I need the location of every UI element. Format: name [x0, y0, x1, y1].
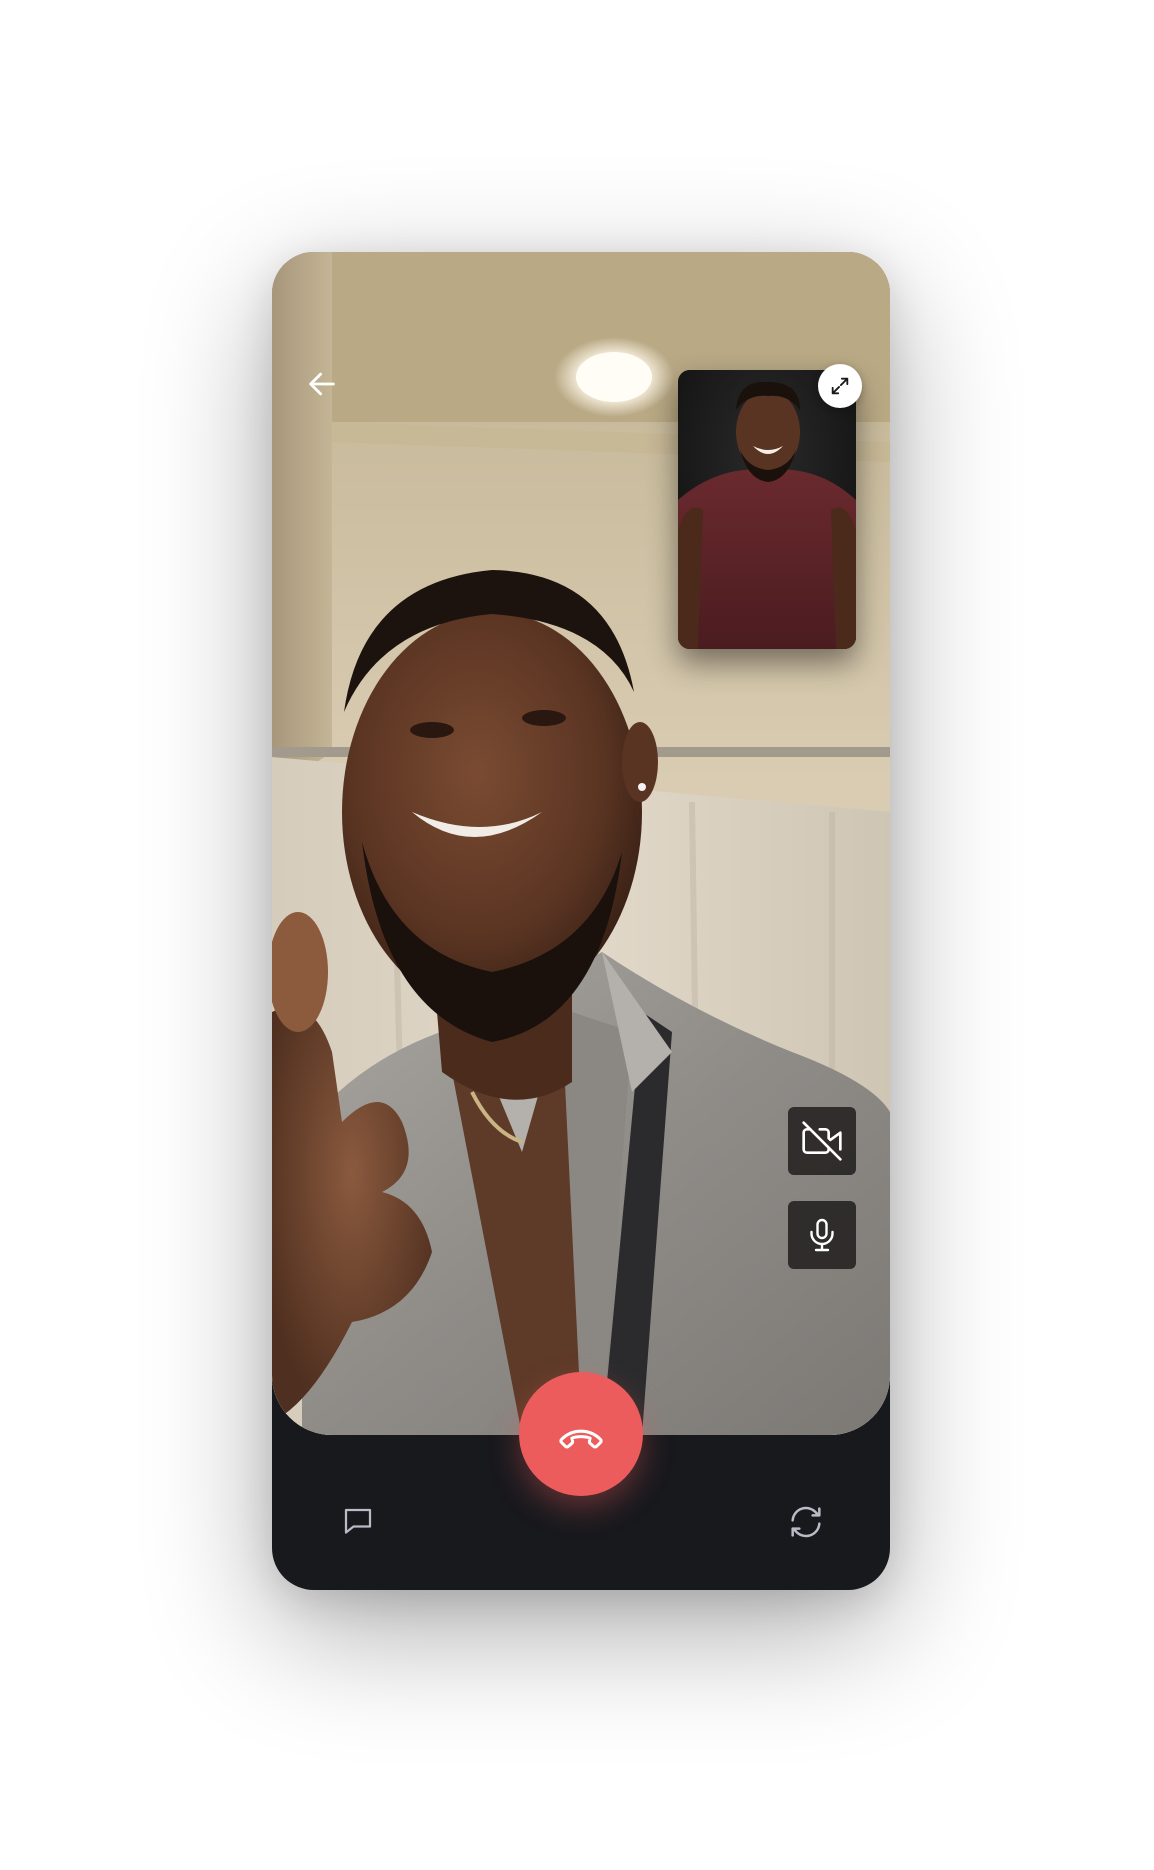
pip-video-feed[interactable]	[678, 370, 856, 649]
back-button[interactable]	[302, 364, 342, 404]
page-background	[0, 0, 1154, 1870]
end-call-button[interactable]	[519, 1372, 643, 1496]
switch-camera-button[interactable]	[780, 1496, 832, 1548]
video-off-icon	[802, 1121, 842, 1161]
phone-hangup-icon	[559, 1429, 603, 1449]
expand-button[interactable]	[818, 364, 862, 408]
microphone-icon	[810, 1218, 834, 1252]
expand-arrows-icon	[831, 377, 849, 395]
chat-button[interactable]	[332, 1496, 384, 1548]
camera-toggle-button[interactable]	[788, 1107, 856, 1175]
refresh-cycle-icon	[791, 1506, 821, 1538]
chat-bubble-icon	[344, 1508, 372, 1534]
pip-video-image	[678, 370, 856, 649]
microphone-toggle-button[interactable]	[788, 1201, 856, 1269]
phone-frame	[272, 252, 890, 1590]
arrow-left-icon	[309, 372, 335, 396]
